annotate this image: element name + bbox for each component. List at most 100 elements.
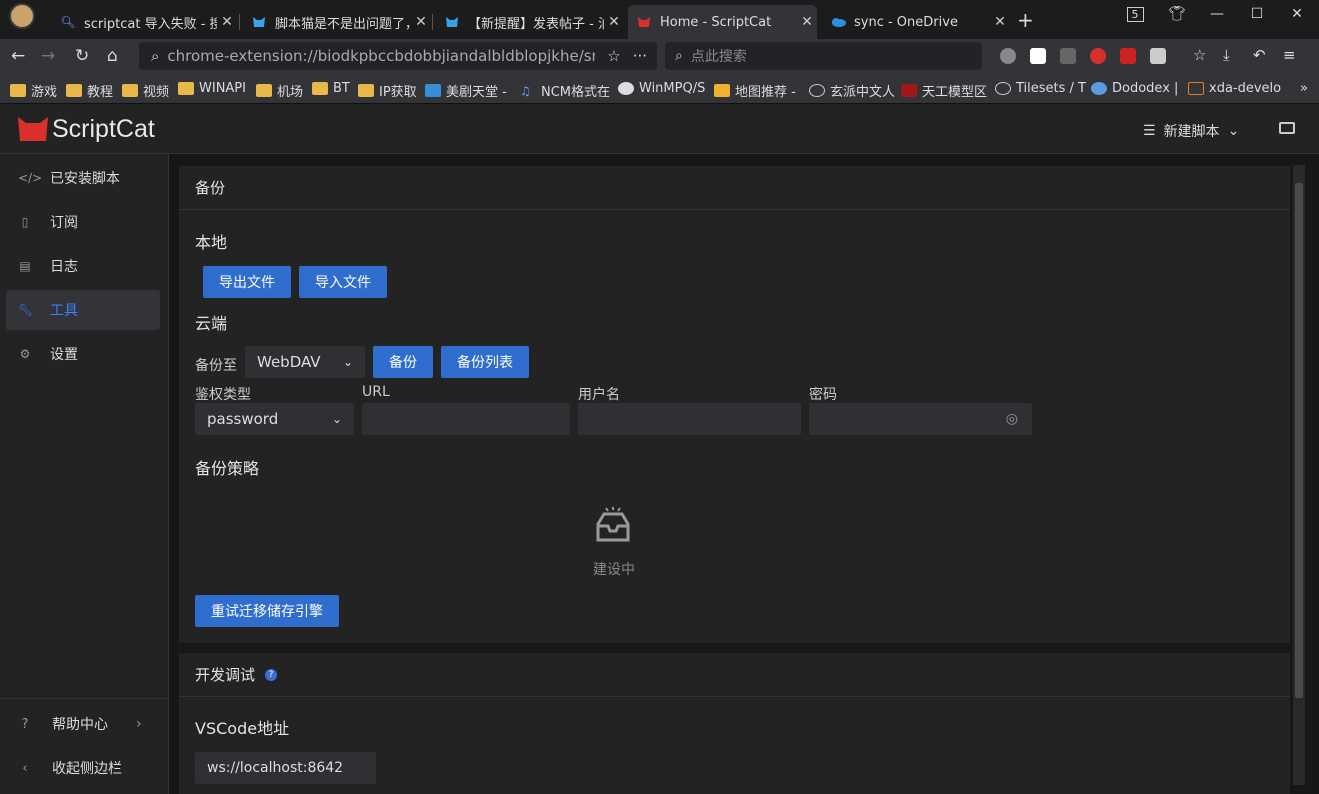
backup-to-label: 备份至 (195, 358, 237, 374)
scrollbar-thumb[interactable] (1295, 183, 1303, 698)
forward-icon[interactable]: → (41, 46, 55, 66)
password-input[interactable]: ◎ (809, 403, 1032, 435)
new-script-menu[interactable]: ☰ 新建脚本 ⌄ (1143, 121, 1239, 141)
minimize-button[interactable]: — (1197, 0, 1237, 28)
menu-icon[interactable]: ≡ (1283, 46, 1296, 64)
monitor-icon[interactable] (1279, 122, 1295, 134)
bookmark-item[interactable]: BT (312, 81, 350, 96)
bookmark-item[interactable]: 天工模型区 (901, 81, 987, 100)
collapse-sidebar-button[interactable]: ‹ 收起侧边栏 (0, 746, 169, 790)
back-icon[interactable]: ← (11, 46, 25, 66)
site-icon (1188, 82, 1204, 95)
bookmark-item[interactable]: 教程 (66, 81, 113, 100)
tab-0[interactable]: 🔍︎ scriptcat 导入失败 - 搜… ✕ (52, 5, 237, 39)
bookmark-item[interactable]: WINAPI (178, 81, 246, 96)
music-icon: ♫ (520, 84, 531, 98)
browser-tab-bar: 🔍︎ scriptcat 导入失败 - 搜… ✕ 脚本猫是不是出问题了，… ✕ … (0, 0, 1319, 39)
sidebar-item-tools[interactable]: 🔧︎ 工具 (6, 290, 160, 330)
backup-button[interactable]: 备份 (373, 346, 433, 378)
username-input[interactable] (578, 403, 801, 435)
chevron-down-icon: ⌄ (331, 412, 342, 426)
tab-2[interactable]: 【新提醒】发表帖子 - 油… ✕ (436, 5, 624, 39)
sidebar: </> 已安装脚本 ▯ 订阅 ▤ 日志 🔧︎ 工具 ⚙ 设置 ? 帮助中心 › ‹ 收起侧边栏 (0, 154, 169, 794)
sidebar-item-logs[interactable]: ▤ 日志 (6, 246, 160, 286)
undo-icon[interactable]: ↶ (1253, 46, 1266, 64)
import-file-button[interactable]: 导入文件 (299, 266, 387, 298)
scriptcat-icon[interactable] (1120, 48, 1136, 64)
ublock-icon[interactable] (1060, 48, 1076, 64)
backup-provider-select[interactable]: WebDAV ⌄ (245, 346, 365, 378)
more-bookmarks-icon[interactable]: » (1300, 81, 1308, 96)
bookmark-item[interactable]: WinMPQ/S (618, 81, 705, 96)
star-icon[interactable]: ☆ (607, 47, 620, 65)
auth-type-select[interactable]: password ⌄ (195, 403, 354, 435)
dev-title: 开发调试? (179, 653, 1290, 697)
empty-inbox-icon (596, 507, 630, 542)
gear-icon: ⚙ (19, 347, 31, 361)
tab-4[interactable]: sync - OneDrive ✕ (822, 5, 1010, 39)
bookmark-item[interactable]: Dododex | (1091, 81, 1178, 96)
url-input[interactable] (362, 403, 570, 435)
folder-icon (10, 84, 26, 97)
sidebar-divider (0, 698, 169, 699)
file-icon: ▤ (19, 259, 31, 273)
bookmark-item[interactable]: IP获取 (358, 81, 417, 100)
scriptcat-icon (636, 14, 652, 30)
export-file-button[interactable]: 导出文件 (203, 266, 291, 298)
profile-avatar[interactable] (9, 3, 35, 29)
scriptcat-forum-icon (444, 14, 460, 30)
extension-icon[interactable] (1000, 48, 1016, 64)
browser-toolbar: ← → ↻ ⌂ ⌕ chrome-extension://biodkpbccbd… (0, 39, 1319, 74)
folder-icon (66, 84, 82, 97)
reload-icon[interactable]: ↻ (75, 46, 89, 66)
bookmark-item[interactable]: 美剧天堂 - (425, 81, 507, 100)
github-icon (618, 82, 634, 95)
apps-icon[interactable] (1150, 48, 1166, 64)
retry-migrate-button[interactable]: 重试迁移储存引擎 (195, 595, 339, 627)
shirt-icon[interactable]: 👕︎ (1157, 0, 1197, 28)
eye-off-icon[interactable]: ◎ (1006, 411, 1018, 427)
scriptcat-logo-icon (18, 117, 48, 141)
globe-icon (809, 84, 825, 97)
address-bar[interactable]: ⌕ chrome-extension://biodkpbccbdobbjiand… (139, 42, 657, 70)
scrollbar[interactable] (1293, 165, 1305, 785)
close-icon[interactable]: ✕ (411, 14, 431, 30)
close-icon[interactable]: ✕ (990, 14, 1010, 30)
close-icon[interactable]: ✕ (604, 14, 624, 30)
sidebar-item-subscribe[interactable]: ▯ 订阅 (6, 202, 160, 242)
app-header: ScriptCat ☰ 新建脚本 ⌄ (0, 104, 1319, 154)
tool-icon: 🔧︎ (18, 303, 34, 317)
maximize-button[interactable]: ☐ (1237, 0, 1277, 28)
cloud-heading: 云端 (195, 314, 228, 333)
bookmark-item[interactable]: 机场 (256, 81, 303, 100)
more-icon[interactable]: ··· (633, 47, 647, 65)
search-icon: 🔍︎ (60, 15, 76, 29)
bookmark-item[interactable]: 视频 (122, 81, 169, 100)
close-icon[interactable]: ✕ (797, 14, 817, 30)
tab-3-active[interactable]: Home - ScriptCat ✕ (628, 5, 817, 39)
tab-count-button[interactable]: 5 (1115, 0, 1155, 28)
sidebar-item-installed[interactable]: </> 已安装脚本 (6, 158, 160, 198)
sidebar-item-settings[interactable]: ⚙ 设置 (6, 334, 160, 374)
help-icon[interactable]: ? (265, 668, 278, 681)
favorites-icon[interactable]: ☆ (1193, 46, 1206, 64)
close-icon[interactable]: ✕ (217, 14, 237, 30)
extension-icon[interactable] (1090, 48, 1106, 64)
bookmark-item[interactable]: 游戏 (10, 81, 57, 100)
bookmark-item[interactable]: xda-develo (1188, 81, 1281, 96)
bookmark-item[interactable]: 地图推荐 - (714, 81, 796, 100)
bookmark-item[interactable]: Tilesets / T (995, 81, 1086, 96)
backup-list-button[interactable]: 备份列表 (441, 346, 529, 378)
vscode-url-input[interactable]: ws://localhost:8642 (195, 752, 376, 784)
tab-1[interactable]: 脚本猫是不是出问题了，… ✕ (243, 5, 431, 39)
scriptcat-forum-icon (251, 14, 267, 30)
help-center[interactable]: ? 帮助中心 › (0, 702, 169, 746)
download-icon[interactable]: ⤓ (1223, 46, 1230, 64)
bookmark-item[interactable]: 玄派中文人 (809, 81, 895, 100)
extension-icon[interactable] (1030, 48, 1046, 64)
bookmark-item[interactable]: ♫ NCM格式在 (520, 81, 610, 100)
close-window-button[interactable]: ✕ (1277, 0, 1317, 28)
home-icon[interactable]: ⌂ (107, 46, 118, 66)
search-input[interactable]: ⌕ 点此搜索 (665, 42, 982, 70)
new-tab-button[interactable]: + (1017, 8, 1034, 32)
